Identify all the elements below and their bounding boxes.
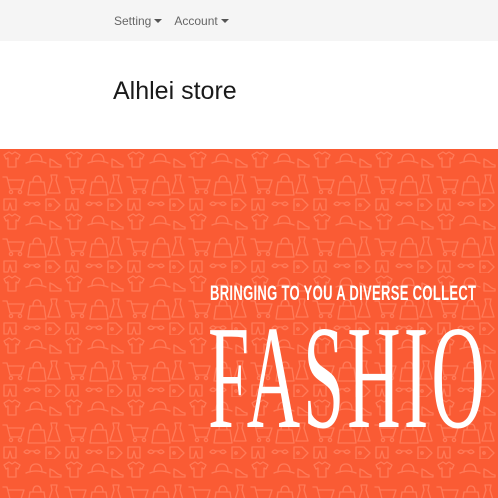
setting-dropdown[interactable]: Setting: [114, 13, 163, 28]
setting-dropdown-label: Setting: [114, 13, 152, 28]
banner-title: FASHIO: [208, 296, 488, 460]
account-dropdown-label: Account: [174, 13, 218, 28]
store-header: Alhlei store: [0, 41, 498, 149]
caret-down-icon: [220, 19, 229, 23]
page: Setting Account Alhlei store BRINGING TO…: [0, 0, 498, 498]
hero-banner[interactable]: BRINGING TO YOU A DIVERSE COLLECT FASHIO: [0, 149, 498, 498]
top-nav: Setting Account: [114, 0, 229, 41]
store-name[interactable]: Alhlei store: [113, 77, 237, 106]
account-dropdown[interactable]: Account: [174, 13, 229, 28]
caret-down-icon: [154, 19, 163, 23]
top-nav-bar: Setting Account: [0, 0, 498, 41]
